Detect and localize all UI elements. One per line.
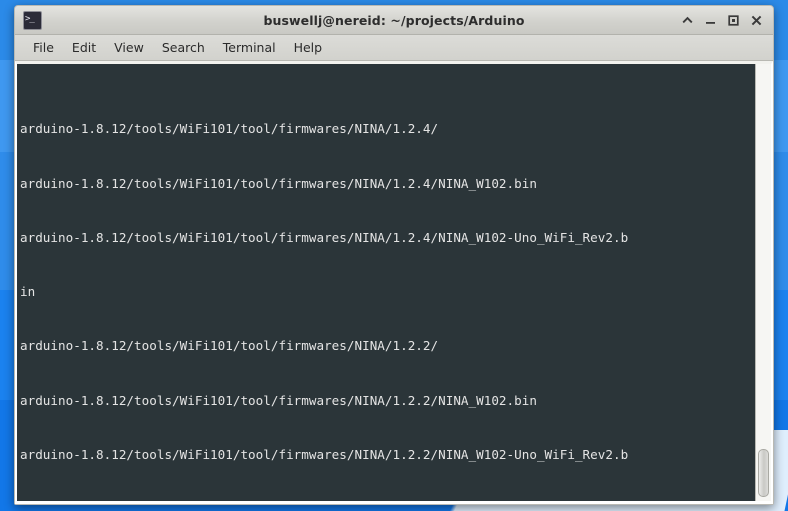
menu-item-file[interactable]: File [24, 38, 63, 57]
menu-item-terminal[interactable]: Terminal [214, 38, 285, 57]
scrollbar-thumb[interactable] [758, 449, 769, 497]
output-line: arduino-1.8.12/tools/WiFi101/tool/firmwa… [20, 229, 629, 245]
menubar: File Edit View Search Terminal Help [15, 35, 773, 61]
terminal-area: arduino-1.8.12/tools/WiFi101/tool/firmwa… [15, 61, 773, 504]
output-line: in [20, 284, 36, 300]
menu-item-edit[interactable]: Edit [63, 38, 105, 57]
output-line: arduino-1.8.12/tools/WiFi101/tool/firmwa… [20, 392, 537, 408]
window-titlebar[interactable]: buswellj@nereid: ~/projects/Arduino [15, 6, 773, 35]
close-icon [751, 15, 761, 25]
terminal-window: buswellj@nereid: ~/projects/Arduino [14, 5, 774, 505]
chevron-up-icon [682, 16, 692, 23]
output-line: arduino-1.8.12/tools/WiFi101/tool/firmwa… [20, 446, 629, 462]
desktop: ➤ buswellj@nereid: ~/projects/Arduino [0, 0, 788, 511]
terminal-icon [23, 10, 42, 30]
terminal-screen[interactable]: arduino-1.8.12/tools/WiFi101/tool/firmwa… [17, 64, 755, 501]
menu-item-view[interactable]: View [105, 38, 153, 57]
output-line: arduino-1.8.12/tools/WiFi101/tool/firmwa… [20, 121, 439, 137]
output-line: arduino-1.8.12/tools/WiFi101/tool/firmwa… [20, 175, 537, 191]
minimize-icon [705, 21, 715, 24]
menu-item-search[interactable]: Search [153, 38, 214, 57]
minimize-button[interactable] [703, 12, 717, 28]
window-title: buswellj@nereid: ~/projects/Arduino [263, 12, 525, 28]
maximize-button[interactable] [726, 12, 740, 28]
maximize-icon [727, 14, 739, 26]
shade-button[interactable] [680, 12, 694, 28]
close-button[interactable] [749, 12, 763, 28]
output-line: arduino-1.8.12/tools/WiFi101/tool/firmwa… [20, 338, 439, 354]
terminal-scrollbar[interactable] [755, 64, 771, 501]
window-controls [680, 12, 767, 28]
output-line: in [20, 500, 755, 501]
menu-item-help[interactable]: Help [285, 38, 332, 57]
